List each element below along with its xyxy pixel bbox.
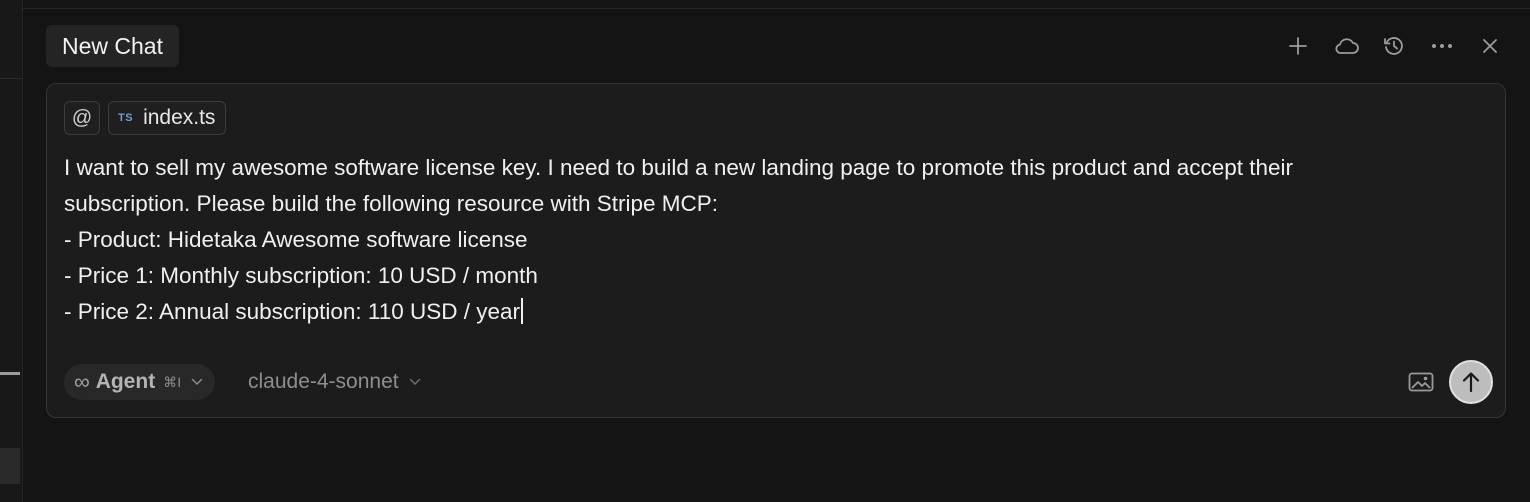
plus-icon[interactable]: [1282, 30, 1314, 62]
text-caret: [521, 298, 523, 324]
scroll-marker: [0, 372, 20, 375]
context-file-name: index.ts: [143, 106, 216, 129]
message-input[interactable]: I want to sell my awesome software licen…: [64, 150, 1484, 330]
chat-composer: @ TS index.ts I want to sell my awesome …: [46, 83, 1506, 418]
message-line: - Product: Hidetaka Awesome software lic…: [64, 227, 528, 252]
message-line: subscription. Please build the following…: [64, 191, 719, 216]
side-panel-edge: [0, 0, 23, 502]
header-actions: [1282, 30, 1506, 62]
typescript-file-icon: TS: [118, 112, 134, 124]
infinity-icon: ∞: [74, 369, 90, 394]
image-icon[interactable]: [1407, 370, 1435, 394]
tab-title: New Chat: [62, 32, 163, 59]
more-icon[interactable]: [1426, 30, 1458, 62]
message-line-text: - Price 2: Annual subscription: 110 USD …: [64, 299, 521, 324]
arrow-up-icon: [1462, 372, 1480, 393]
chevron-down-icon: [191, 378, 203, 386]
cloud-icon[interactable]: [1330, 30, 1362, 62]
panel-block: [0, 448, 20, 484]
mode-label: Agent: [95, 370, 156, 393]
model-selector[interactable]: claude-4-sonnet: [248, 364, 421, 400]
history-icon[interactable]: [1378, 30, 1410, 62]
at-symbol: @: [71, 106, 93, 129]
message-line-last: - Price 2: Annual subscription: 110 USD …: [64, 294, 1484, 330]
divider: [22, 8, 1530, 9]
tab-new-chat[interactable]: New Chat: [46, 25, 179, 67]
context-file-chip[interactable]: TS index.ts: [108, 101, 227, 135]
add-context-button[interactable]: @: [64, 101, 100, 135]
send-button[interactable]: [1449, 360, 1493, 404]
chevron-down-icon: [409, 378, 421, 386]
close-icon[interactable]: [1474, 30, 1506, 62]
mode-shortcut: ⌘I: [163, 373, 182, 390]
divider: [0, 78, 22, 79]
mode-selector[interactable]: ∞ Agent ⌘I: [64, 364, 216, 400]
message-line: I want to sell my awesome software licen…: [64, 155, 1294, 180]
context-row: @ TS index.ts: [64, 101, 227, 135]
model-label: claude-4-sonnet: [248, 370, 399, 393]
message-line: - Price 1: Monthly subscription: 10 USD …: [64, 263, 538, 288]
chat-panel: New Chat @ TS index.ts I want to sell my…: [0, 0, 1530, 502]
